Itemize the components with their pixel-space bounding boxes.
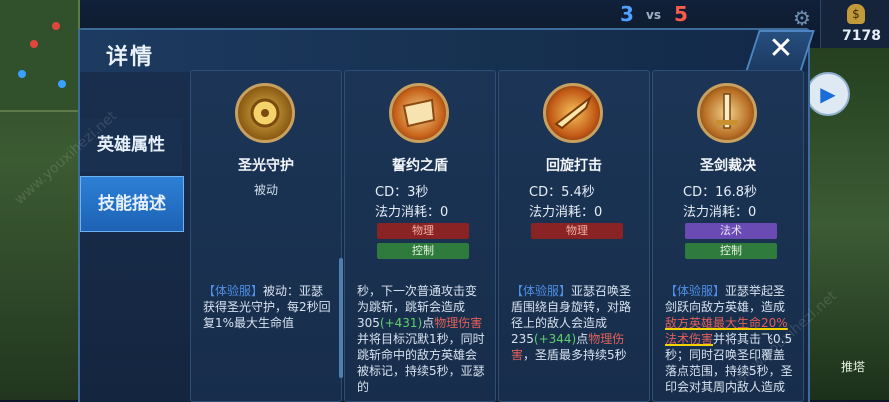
skill-mana-cost: 法力消耗：0 <box>683 205 757 220</box>
skill-card-oath-shield: 誓约之盾 CD：3秒 法力消耗：0 物理 控制 秒，下一次普通攻击变为跳斩，跳斩… <box>344 70 496 402</box>
panel-header: 详情 <box>80 30 808 72</box>
gold-display: $ 7178 <box>820 0 889 49</box>
oath-shield-skill-icon <box>389 83 449 143</box>
gold-amount: 7178 <box>842 28 881 44</box>
skill-card-passive: 圣光守护 被动 【体验服】被动：亚瑟获得圣光守护，每2秒回复1%最大生命值 <box>190 70 342 402</box>
minimap-marker <box>52 22 60 30</box>
skill-description: 【体验服】被动：亚瑟获得圣光守护，每2秒回复1%最大生命值 <box>203 283 331 331</box>
score-blue: 3 <box>620 2 634 26</box>
skill-name: 回旋打击 <box>546 158 602 174</box>
damage-type-badge: 物理 <box>531 223 623 239</box>
skill-mana-cost: 法力消耗：0 <box>529 205 603 220</box>
push-tower-label[interactable]: 推塔 <box>841 358 865 375</box>
description-scrollbar[interactable] <box>339 258 343 378</box>
skill-description: 秒，下一次普通攻击变为跳斩，跳斩会造成305(+431)点物理伤害并将目标沉默1… <box>357 283 485 395</box>
desc-bonus: (+431) <box>379 316 423 330</box>
tab-skill-description[interactable]: 技能描述 <box>80 176 184 232</box>
settings-gear-icon[interactable]: ⚙ <box>793 6 811 30</box>
control-badge: 控制 <box>685 243 777 259</box>
skill-type: 被动 <box>253 183 278 197</box>
damage-type-badge: 物理 <box>377 223 469 239</box>
skill-name: 誓约之盾 <box>392 158 448 174</box>
minimap-marker <box>30 40 38 48</box>
desc-text: ，圣盾最多持续5秒 <box>523 348 627 362</box>
skill-mana-cost: 法力消耗：0 <box>375 205 449 220</box>
damage-type-badge: 法术 <box>685 223 777 239</box>
skill-name: 圣光守护 <box>238 158 294 174</box>
minimap-marker <box>58 80 66 88</box>
spin-strike-skill-icon <box>543 83 603 143</box>
skill-cooldown: CD：3秒 <box>375 185 429 200</box>
desc-prefix: 【体验服】 <box>665 284 726 298</box>
skill-cooldown: CD：16.8秒 <box>683 185 758 200</box>
record-video-icon[interactable]: ▶ <box>806 72 850 116</box>
gold-bag-icon: $ <box>847 4 865 24</box>
skill-card-spin-strike: 回旋打击 CD：5.4秒 法力消耗：0 物理 【体验服】亚瑟召唤圣盾围绕自身旋转… <box>498 70 650 402</box>
holy-sword-skill-icon <box>697 83 757 143</box>
minimap-marker <box>18 70 26 78</box>
desc-text: 并将目标沉默1秒，同时跳斩命中的敌方英雄会被标记，持续5秒，亚瑟的 <box>357 332 485 394</box>
skill-description: 【体验服】亚瑟召唤圣盾围绕自身旋转，对路径上的敌人会造成235(+344)点物理… <box>511 283 639 363</box>
score-vs: vs <box>646 8 661 22</box>
desc-prefix: 【体验服】 <box>203 284 264 298</box>
skill-cooldown: CD：5.4秒 <box>529 185 595 200</box>
desc-damage-type: 物理伤害 <box>434 316 483 330</box>
desc-bonus: (+344) <box>533 332 577 346</box>
score-red: 5 <box>674 2 688 26</box>
panel-title: 详情 <box>106 45 155 70</box>
desc-prefix: 【体验服】 <box>511 284 572 298</box>
holy-shield-skill-icon <box>235 83 295 143</box>
skill-name: 圣剑裁决 <box>700 158 756 174</box>
minimap[interactable] <box>0 0 80 112</box>
control-badge: 控制 <box>377 243 469 259</box>
desc-text: 点 <box>422 316 435 330</box>
desc-text: 点 <box>576 332 589 346</box>
close-icon[interactable]: ✕ <box>766 31 796 67</box>
